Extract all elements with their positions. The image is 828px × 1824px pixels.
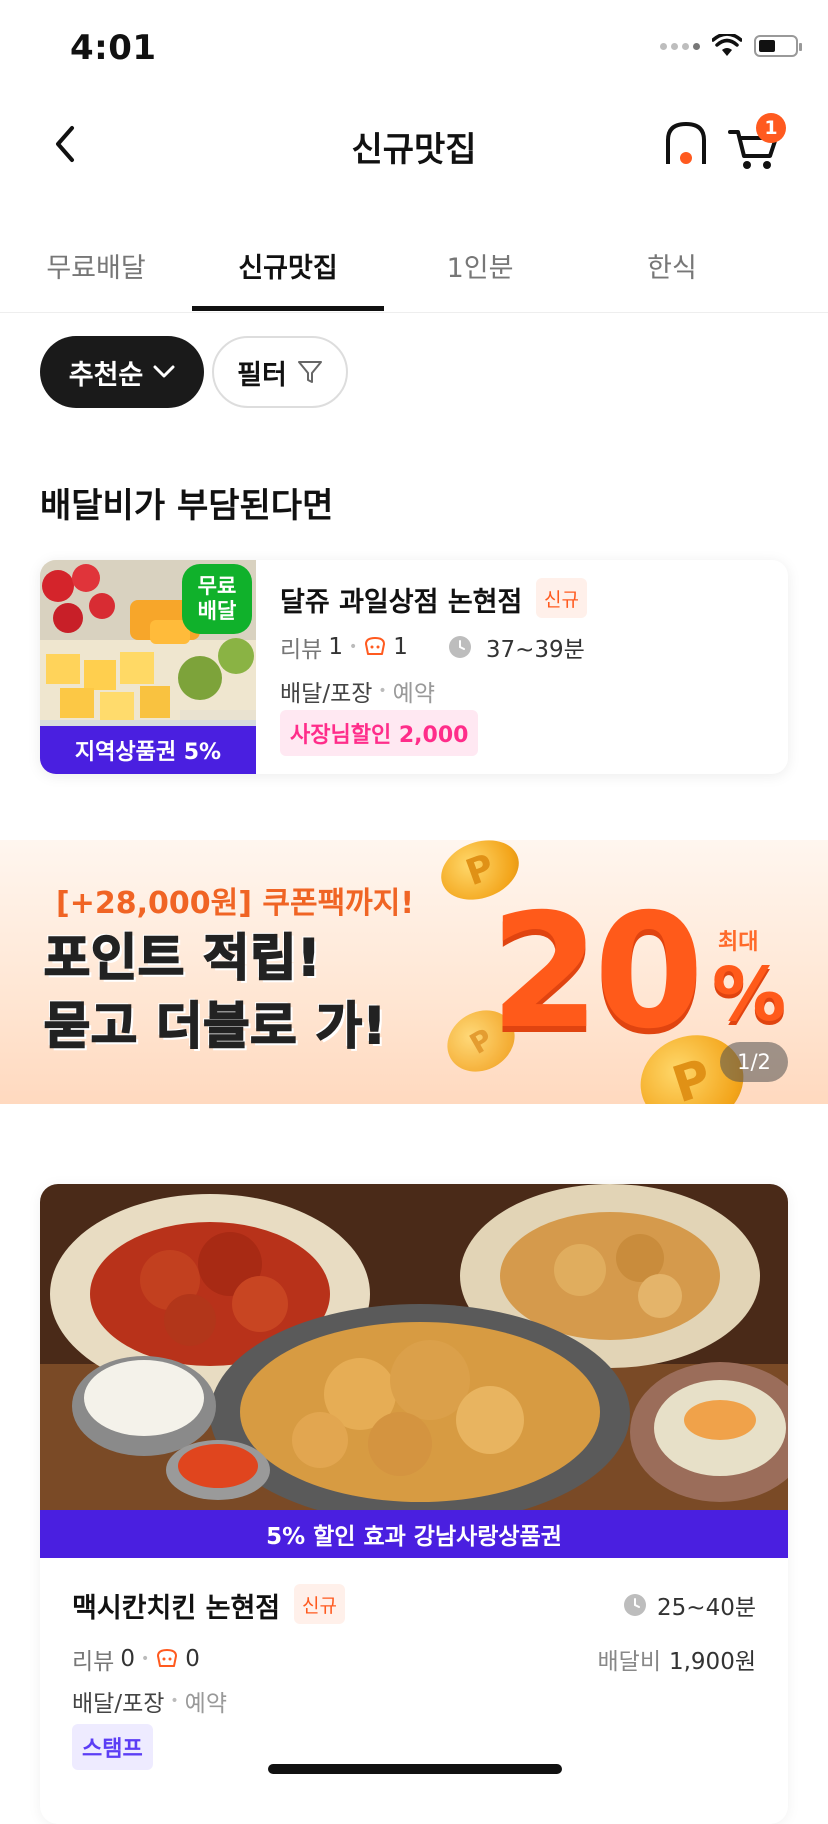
delivery-mode: 배달/포장 • 예약 xyxy=(280,674,435,708)
review-count: 1 xyxy=(328,634,343,660)
banner-percent: % xyxy=(712,952,787,1038)
store-photo xyxy=(40,1184,788,1510)
home-indicator xyxy=(268,1764,562,1774)
delivery-time: 25~40분 xyxy=(657,1595,756,1621)
tab-new-restaurants[interactable]: 신규맛집 xyxy=(192,240,384,285)
store-meta: 리뷰 0 • 0 xyxy=(72,1642,200,1676)
filter-label: 필터 xyxy=(237,359,287,391)
review-count: 0 xyxy=(120,1646,135,1672)
stamp-tag: 스탬프 xyxy=(72,1724,153,1770)
status-time: 4:01 xyxy=(70,28,157,68)
delivery-fee: 배달비 1,900원 xyxy=(598,1642,757,1676)
store-meta: 리뷰 1 • 1 37~39분 xyxy=(280,630,585,664)
chevron-down-icon xyxy=(153,365,175,378)
separator-dot: • xyxy=(170,1693,179,1709)
store-card[interactable]: 무료 배달 지역상품권 5% 달쥬 과일상점 논현점 신규 리뷰 1 • 1 3… xyxy=(40,560,788,774)
owner-reply-count: 0 xyxy=(185,1646,200,1672)
active-tab-indicator xyxy=(192,306,384,311)
filter-button[interactable]: 필터 xyxy=(212,336,348,408)
banner-big-number: 20 xyxy=(490,880,704,1064)
store-card[interactable]: 5% 할인 효과 강남사랑상품권 맥시칸치킨 논현점 신규 25~40분 리뷰 … xyxy=(40,1184,788,1824)
tab-single-serving[interactable]: 1인분 xyxy=(384,240,576,285)
banner-pager: 1/2 xyxy=(720,1042,788,1082)
new-badge: 신규 xyxy=(536,578,587,618)
cellular-signal-icon xyxy=(660,42,700,50)
delivery-fee-value: 1,900원 xyxy=(668,1649,756,1675)
review-label: 리뷰 xyxy=(280,637,323,663)
cart-count-badge: 1 xyxy=(756,113,786,143)
free-badge-line2: 배달 xyxy=(197,599,237,623)
delivery-mode: 배달/포장 • 예약 xyxy=(72,1684,227,1718)
separator-dot: • xyxy=(140,1651,150,1667)
tab-free-delivery[interactable]: 무료배달 xyxy=(0,240,192,285)
clock-icon xyxy=(448,636,471,658)
category-tabs: 무료배달 신규맛집 1인분 한식 xyxy=(0,240,828,313)
reservation-label: 예약 xyxy=(392,681,435,707)
voucher-banner: 지역상품권 5% xyxy=(40,726,256,774)
banner-headline-1: 포인트 적립! xyxy=(43,928,322,988)
separator-dot: • xyxy=(348,639,358,655)
delivery-mode-label: 배달/포장 xyxy=(280,681,373,707)
home-icon xyxy=(666,122,706,164)
separator-dot: • xyxy=(378,683,387,699)
owner-reply-icon xyxy=(157,1649,178,1667)
new-badge: 신규 xyxy=(294,1584,345,1624)
banner-headline-2: 묻고 더블로 가! xyxy=(43,996,387,1056)
clock-icon xyxy=(624,1594,647,1616)
promo-banner[interactable]: P P P [+28,000원] 쿠폰팩까지! 포인트 적립! 묻고 더블로 가… xyxy=(0,840,828,1104)
wifi-icon xyxy=(712,34,742,56)
free-badge-line1: 무료 xyxy=(197,574,237,598)
home-button[interactable] xyxy=(664,120,708,168)
tab-korean-food[interactable]: 한식 xyxy=(576,240,768,285)
delivery-time-row: 25~40분 xyxy=(623,1588,756,1622)
delivery-mode-label: 배달/포장 xyxy=(72,1691,165,1717)
delivery-time: 37~39분 xyxy=(485,637,585,663)
filter-funnel-icon xyxy=(297,361,322,383)
sort-dropdown[interactable]: 추천순 xyxy=(40,336,204,408)
store-name: 맥시칸치킨 논현점 xyxy=(72,1593,281,1624)
sort-label: 추천순 xyxy=(68,359,144,391)
owner-discount-tag: 사장님할인 2,000 xyxy=(280,710,479,756)
store-thumbnail: 무료 배달 지역상품권 5% xyxy=(40,560,256,774)
owner-reply-icon xyxy=(365,637,386,655)
owner-reply-count: 1 xyxy=(393,634,408,660)
review-label: 리뷰 xyxy=(72,1649,115,1675)
free-delivery-badge: 무료 배달 xyxy=(182,564,252,634)
delivery-fee-label: 배달비 xyxy=(597,1649,661,1675)
reservation-label: 예약 xyxy=(184,1691,227,1717)
store-name: 달쥬 과일상점 논현점 xyxy=(280,587,523,618)
section-title: 배달비가 부담된다면 xyxy=(40,486,334,526)
banner-subtitle: [+28,000원] 쿠폰팩까지! xyxy=(56,886,415,921)
status-icons xyxy=(660,34,802,58)
voucher-banner: 5% 할인 효과 강남사랑상품권 xyxy=(40,1510,788,1558)
battery-icon xyxy=(754,35,802,57)
